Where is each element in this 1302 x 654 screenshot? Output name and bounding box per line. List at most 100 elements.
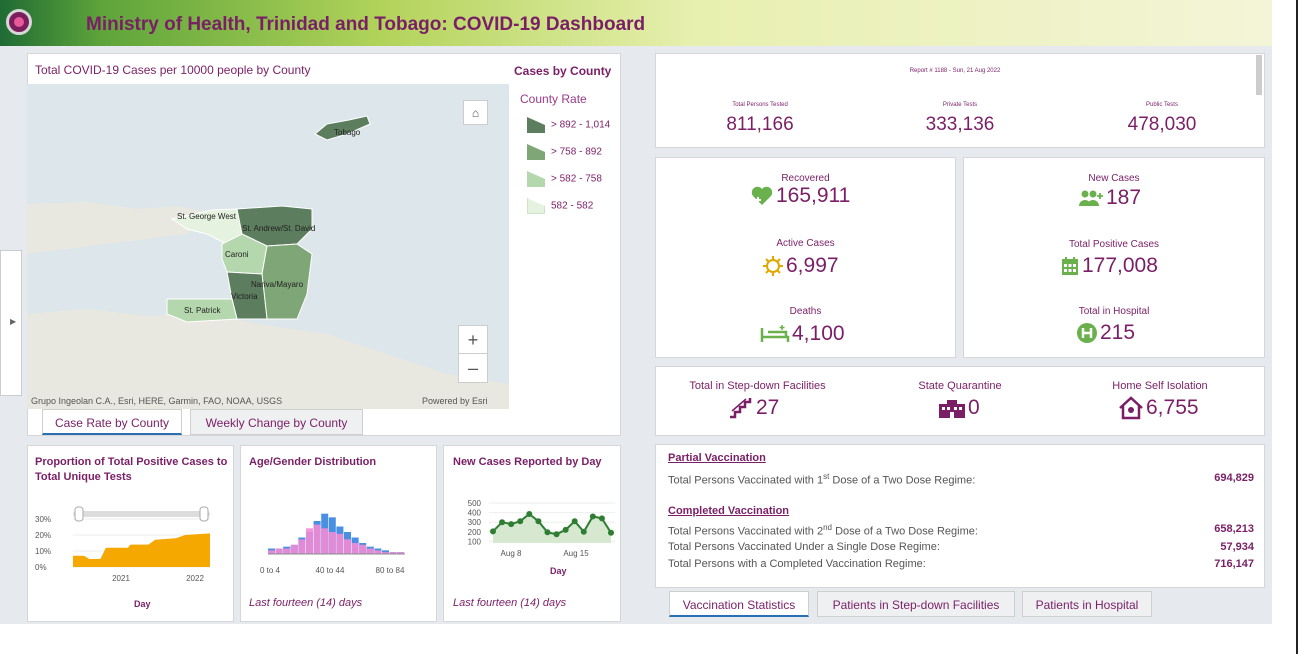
tab-patients-in-hospital[interactable]: Patients in Hospital	[1022, 591, 1152, 617]
new-cases-point	[571, 518, 578, 525]
y-tick-label: 100	[468, 537, 482, 546]
dashboard-header: Ministry of Health, Trinidad and Tobago:…	[0, 0, 1272, 46]
y-tick-label: 30%	[35, 515, 51, 524]
x-tick-label: 2021	[112, 574, 130, 583]
tab-weekly-change-by-county[interactable]: Weekly Change by County	[190, 409, 363, 435]
new-cases-point	[608, 529, 614, 536]
county-label-nariva-mayaro: Nariva/Mayaro	[251, 280, 304, 289]
legend-item: > 582 - 758	[527, 171, 602, 187]
bar-female	[306, 528, 313, 554]
bar-female	[351, 543, 359, 554]
state-quarantine-value: 0	[938, 396, 980, 420]
zoom-control[interactable]: + –	[458, 325, 488, 383]
county-label-caroni: Caroni	[225, 250, 249, 259]
people-plus-icon	[1079, 190, 1103, 207]
proportion-x-title: Day	[134, 599, 151, 609]
total-tested-label: Total Persons Tested	[732, 102, 788, 108]
active-cases-value: 6,997	[762, 254, 839, 278]
county-label-st-patrick: St. Patrick	[184, 306, 221, 315]
new-cases-label: New Cases	[1088, 173, 1140, 184]
covid-virus-logo-icon	[6, 9, 32, 35]
panel-scrollbar[interactable]	[1256, 55, 1262, 95]
step-down-value: 27	[728, 396, 779, 420]
bar-female	[275, 548, 283, 554]
virus-icon	[763, 256, 783, 277]
vaccination-row-completed: Total Persons with a Completed Vaccinati…	[668, 558, 926, 570]
new-cases-point	[544, 529, 551, 536]
age-gender-card-title: Age/Gender Distribution	[249, 456, 377, 468]
proportion-card-title: Proportion of Total Positive Cases to To…	[35, 456, 228, 483]
total-positive-label: Total Positive Cases	[1068, 239, 1160, 250]
hospital-value: 215	[1076, 321, 1135, 345]
new-cases-point	[553, 531, 560, 538]
dashboard-title: Ministry of Health, Trinidad and Tobago:…	[86, 14, 646, 35]
new-cases-point	[499, 519, 506, 526]
new-cases-point	[580, 528, 587, 535]
bar-female	[290, 544, 298, 554]
stairs-icon	[730, 398, 752, 419]
new-cases-point	[508, 521, 515, 528]
y-tick-label: 200	[468, 528, 482, 537]
total-positive-value: 177,008	[1060, 254, 1158, 278]
new-cases-value: 187	[1078, 186, 1141, 210]
tab-case-rate-by-county[interactable]: Case Rate by County	[42, 409, 182, 435]
y-tick-label: 400	[468, 509, 482, 518]
map-canvas[interactable]	[27, 84, 509, 409]
bar-female	[283, 548, 291, 554]
home-isolation-value: 6,755	[1118, 396, 1199, 420]
bar-female	[359, 544, 367, 554]
report-number: Report # 1188 - Sun, 21 Aug 2022	[909, 68, 1001, 74]
new-cases-card-title: New Cases Reported by Day	[453, 456, 602, 468]
bar-female	[313, 524, 321, 554]
heart-plus-icon	[751, 187, 773, 206]
second-dose-value: 658,213	[1214, 523, 1254, 535]
legend-title: Cases by County	[514, 64, 612, 78]
y-tick-label: 500	[468, 499, 482, 508]
y-tick-label: 0%	[35, 563, 47, 572]
x-tick-label: 2022	[186, 574, 204, 583]
tab-vaccination-statistics[interactable]: Vaccination Statistics	[669, 591, 809, 617]
vaccination-row-first-dose: Total Persons Vaccinated with 1st Dose o…	[668, 472, 976, 487]
legend-swatch	[527, 171, 545, 187]
x-tick-label: 80 to 84	[376, 566, 405, 575]
recovered-value: 165,911	[750, 184, 850, 208]
age-gender-chart[interactable]: 0 to 4 40 to 44 80 to 84	[248, 480, 428, 580]
legend-subtitle: County Rate	[520, 92, 587, 106]
side-panel-toggle[interactable]: ▶	[0, 250, 22, 396]
bed-icon	[760, 325, 790, 343]
y-tick-label: 10%	[35, 547, 51, 556]
county-map[interactable]	[27, 84, 509, 409]
tab-patients-step-down[interactable]: Patients in Step-down Facilities	[817, 591, 1015, 617]
window-edge	[1296, 0, 1298, 654]
new-cases-point	[517, 518, 524, 525]
building-icon	[939, 400, 965, 419]
bar-female	[328, 532, 336, 554]
step-down-label: Total in Step-down Facilities	[689, 380, 826, 392]
new-cases-point	[562, 526, 569, 533]
county-label-st-george-west: St. George West	[177, 212, 236, 221]
zoom-out-button[interactable]: –	[459, 354, 487, 382]
home-icon[interactable]: ⌂	[463, 100, 488, 125]
bar-female	[298, 539, 306, 554]
private-tests-value: 333,136	[925, 114, 995, 135]
legend-swatch	[527, 144, 545, 160]
legend-item: > 892 - 1,014	[527, 117, 610, 133]
bar-female	[344, 539, 351, 554]
x-tick-label: 40 to 44	[316, 566, 345, 575]
bar-female	[366, 548, 374, 554]
completed-value: 716,147	[1214, 558, 1254, 570]
private-tests-label: Private Tests	[942, 102, 978, 108]
proportion-area	[73, 533, 210, 567]
new-cases-chart[interactable]: 500400300200100 Aug 8 Aug 15	[451, 485, 619, 560]
deaths-label: Deaths	[789, 306, 822, 317]
proportion-chart[interactable]: 30% 20% 10% 0% 2021 2022	[35, 505, 230, 585]
recovered-label: Recovered	[781, 173, 830, 184]
new-cases-point	[526, 511, 533, 518]
county-label-st-andrew-st-david: St. Andrew/St. David	[242, 224, 316, 233]
deaths-value: 4,100	[760, 322, 845, 346]
hospital-icon	[1077, 323, 1097, 344]
zoom-in-button[interactable]: +	[459, 326, 487, 354]
map-title: Total COVID-19 Cases per 10000 people by…	[35, 63, 311, 77]
powered-by-esri[interactable]: Powered by Esri	[422, 396, 488, 406]
new-cases-point	[535, 518, 542, 525]
